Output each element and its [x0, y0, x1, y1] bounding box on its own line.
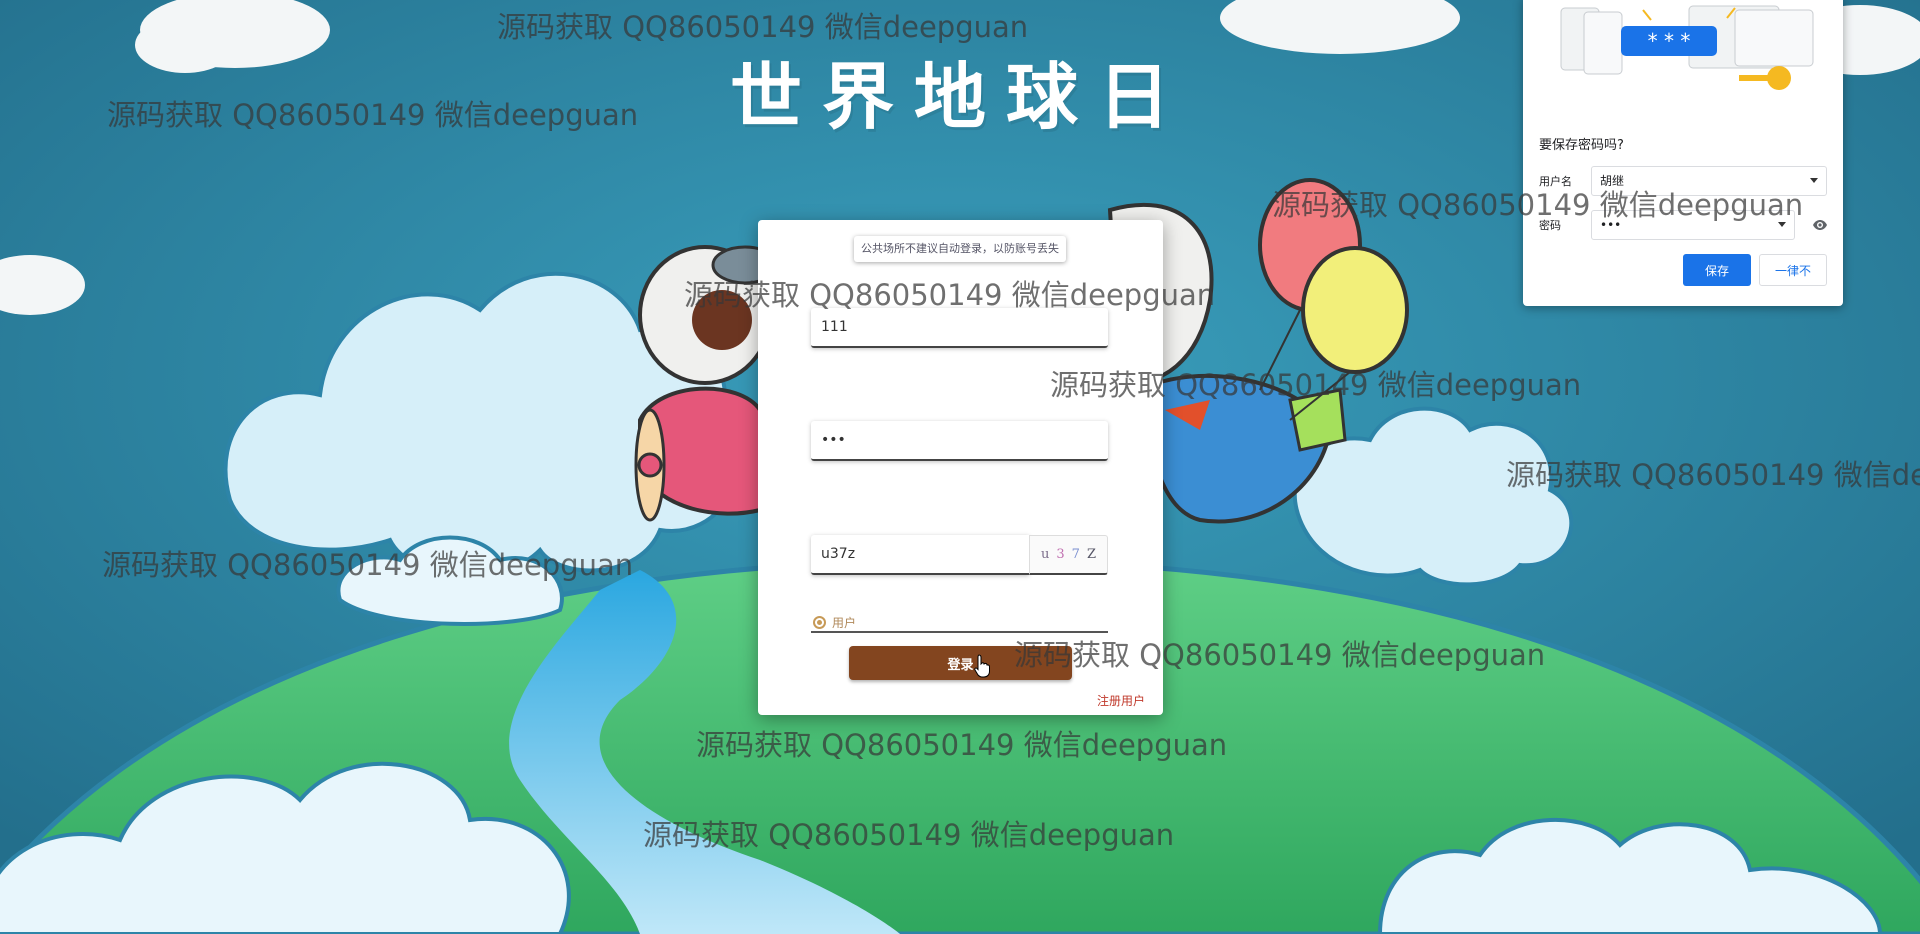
role-selector: 用户: [811, 613, 1108, 633]
password-illustration: * * *: [1560, 5, 1814, 90]
chevron-down-icon: [1810, 178, 1818, 183]
username-field[interactable]: [811, 308, 1108, 348]
login-button[interactable]: 登录: [849, 646, 1072, 680]
save-password-button[interactable]: 保存: [1683, 254, 1751, 286]
masked-password-badge: * * *: [1648, 29, 1691, 53]
username-input[interactable]: [811, 308, 1108, 346]
captcha-image[interactable]: u 3 7 Z: [1029, 535, 1108, 575]
login-card: 公共场所不建议自动登录，以防账号丢失 u 3 7 Z 用户 登录 注册用户: [758, 220, 1163, 715]
auto-login-notice: 公共场所不建议自动登录，以防账号丢失: [854, 236, 1066, 262]
role-label-user: 用户: [832, 615, 857, 630]
password-field[interactable]: [811, 421, 1108, 461]
popup-password-select[interactable]: •••: [1591, 210, 1795, 240]
captcha-char: 3: [1056, 547, 1065, 562]
never-save-button[interactable]: 一律不: [1759, 254, 1827, 286]
popup-username-select[interactable]: 胡继: [1591, 166, 1827, 196]
captcha-char: u: [1041, 547, 1050, 562]
role-radio-user[interactable]: [813, 615, 826, 629]
hand-cursor-icon: [974, 654, 990, 678]
save-password-question: 要保存密码吗?: [1539, 138, 1624, 153]
captcha-char: Z: [1086, 547, 1096, 562]
popup-password-label: 密码: [1539, 219, 1561, 232]
popup-username-value: 胡继: [1600, 174, 1625, 188]
eye-icon[interactable]: [1812, 217, 1828, 233]
register-link[interactable]: 注册用户: [1097, 692, 1145, 709]
save-password-popup: * * * 要保存密码吗? 用户名 胡继 密码 ••• 保存 一律不: [1523, 0, 1843, 306]
chevron-down-icon: [1778, 222, 1786, 227]
captcha-char: 7: [1071, 547, 1080, 562]
password-input[interactable]: [811, 421, 1108, 459]
popup-username-label: 用户名: [1539, 175, 1572, 188]
captcha-input[interactable]: [811, 535, 1029, 573]
popup-password-value: •••: [1600, 218, 1622, 232]
captcha-field[interactable]: [811, 535, 1029, 575]
